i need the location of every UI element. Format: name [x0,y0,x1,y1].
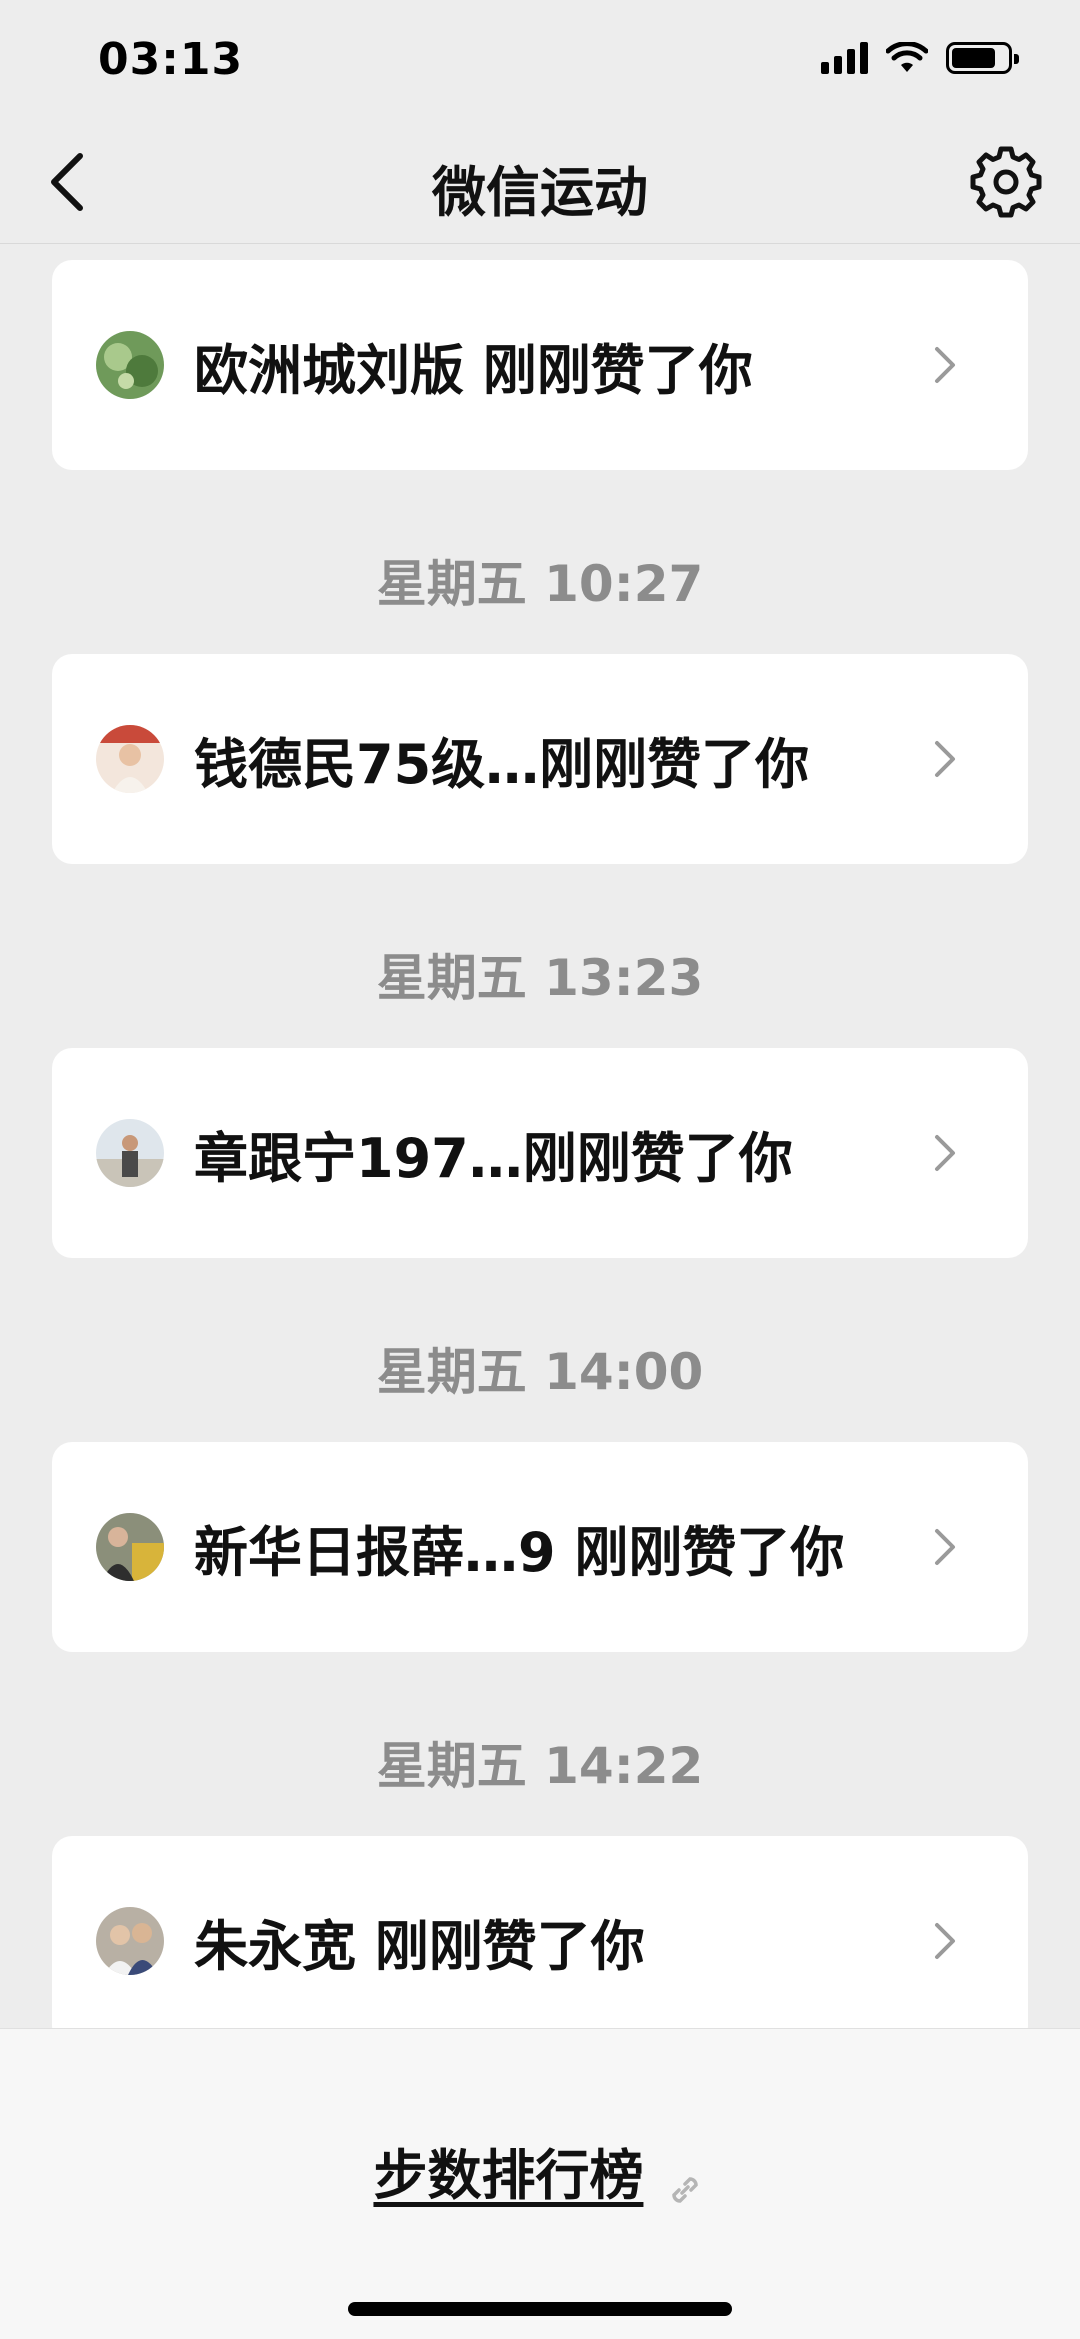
list-item[interactable]: 新华日报薛…9 刚刚赞了你 [52,1442,1028,1652]
timestamp: 星期五 10:27 [376,555,704,613]
timestamp: 星期五 13:23 [376,949,704,1007]
avatar [96,1119,164,1187]
list-item[interactable]: 钱德民75级…刚刚赞了你 [52,654,1028,864]
chevron-right-icon [935,741,955,777]
avatar [96,1907,164,1975]
home-indicator [348,2302,732,2316]
avatar [96,725,164,793]
signal-icon [821,42,868,74]
chevron-right-icon [935,1923,955,1959]
list-item-text: 欧洲城刘版 刚刚赞了你 [194,338,753,402]
status-time: 03:13 [98,34,244,85]
wifi-icon [886,42,928,72]
link-icon [671,2176,698,2203]
battery-level [952,48,996,68]
page-title: 微信运动 [432,161,648,224]
status-bar: 03:13 [0,0,1080,120]
list-item[interactable]: 章跟宁197…刚刚赞了你 [52,1048,1028,1258]
list-item-text: 朱永宽 刚刚赞了你 [194,1914,645,1978]
avatar [96,331,164,399]
settings-button[interactable] [968,144,1044,220]
gear-icon [970,146,1042,218]
battery-icon [946,42,1019,74]
list-item-text: 新华日报薛…9 刚刚赞了你 [194,1520,845,1584]
chevron-right-icon [935,1529,955,1565]
step-ranking-link[interactable]: 步数排行榜 [0,2131,1080,2212]
avatar [96,1513,164,1581]
timestamp: 星期五 14:22 [376,1737,704,1795]
list-item[interactable]: 朱永宽 刚刚赞了你 [52,1836,1028,2046]
bottom-bar: 步数排行榜 [0,2028,1080,2339]
nav-bar: 微信运动 [0,120,1080,244]
list-item-text: 钱德民75级…刚刚赞了你 [194,732,810,796]
wechat-sport-screen: 03:13 微信运动 欧洲城刘版 刚刚赞了你 星期五 10:27 钱德民75级…… [0,0,1080,2339]
chevron-right-icon [935,1135,955,1171]
list-item-text: 章跟宁197…刚刚赞了你 [194,1126,793,1190]
status-icons [821,42,1019,74]
chevron-right-icon [935,347,955,383]
step-ranking-label: 步数排行榜 [373,2144,644,2207]
timestamp: 星期五 14:00 [376,1343,704,1401]
list-item[interactable]: 欧洲城刘版 刚刚赞了你 [52,260,1028,470]
